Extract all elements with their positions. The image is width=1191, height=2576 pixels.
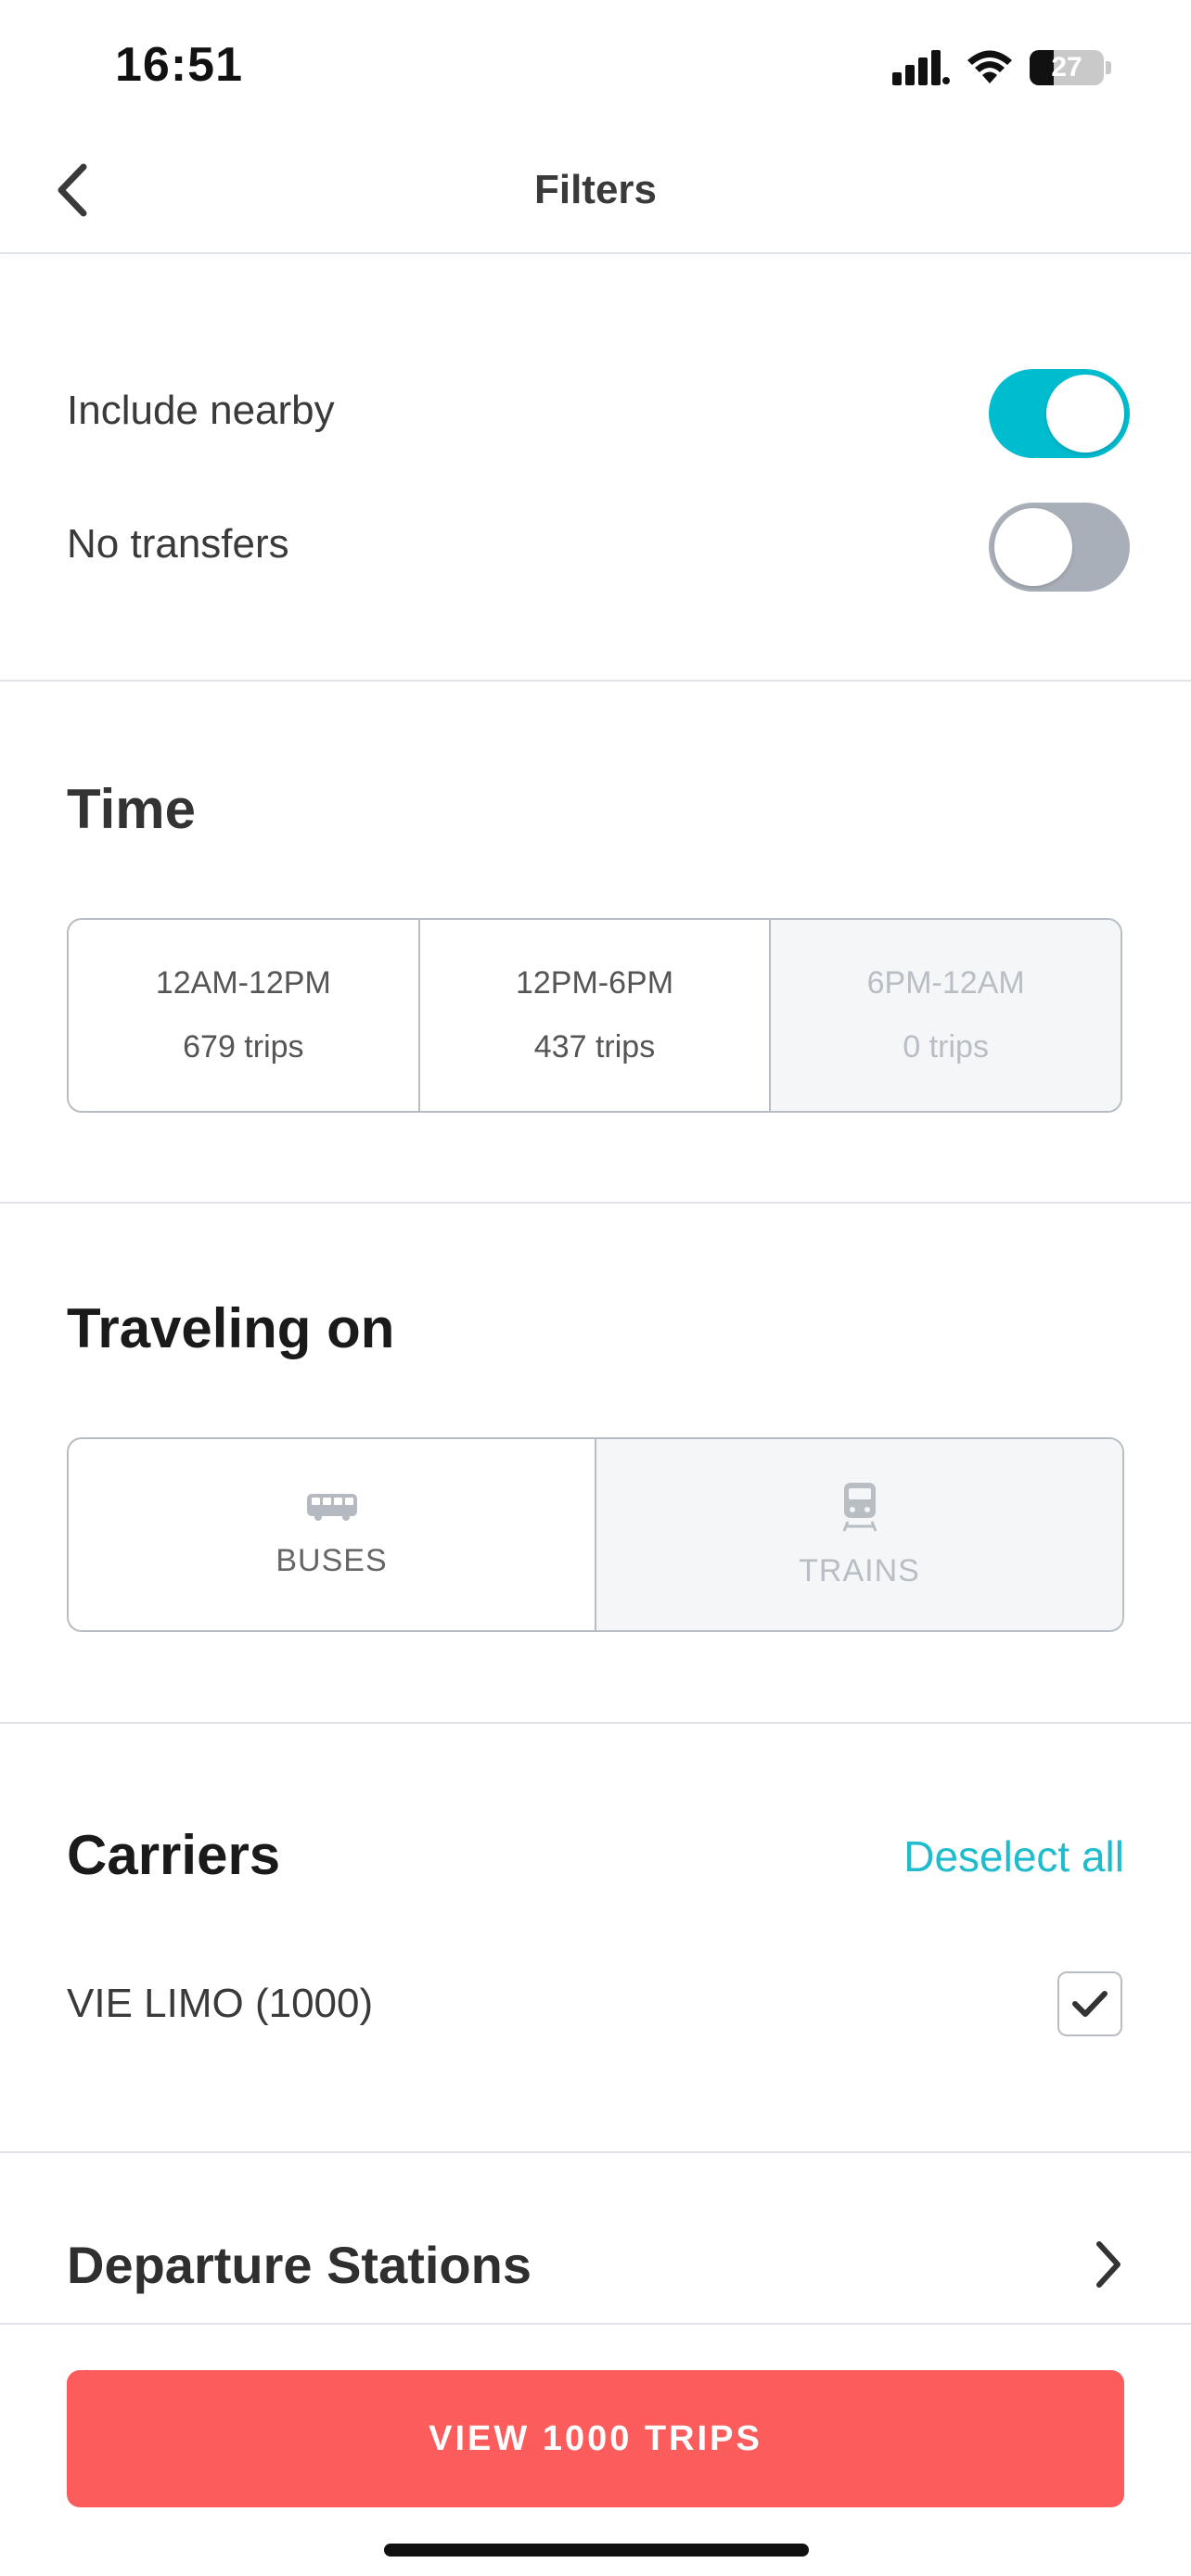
section-divider [0,2151,1191,2153]
time-option-morning[interactable]: 12AM-12PM 679 trips [69,920,420,1111]
trip-count: 0 trips [903,1029,989,1065]
no-transfers-label: No transfers [67,521,289,567]
mode-option-buses[interactable]: BUSES [69,1439,596,1630]
wifi-icon [967,50,1012,83]
time-section-title: Time [67,778,196,840]
toggle-knob [1046,375,1124,453]
carriers-title: Carriers [67,1824,281,1886]
battery-level: 27 [1051,52,1082,83]
travel-mode-group: BUSES TRAINS [67,1437,1124,1632]
section-divider [0,680,1191,682]
no-transfers-toggle[interactable] [989,503,1130,592]
train-icon [842,1482,877,1532]
include-nearby-toggle[interactable] [989,369,1130,458]
time-option-evening: 6PM-12AM 0 trips [771,920,1121,1111]
header-divider [0,252,1191,254]
time-option-afternoon[interactable]: 12PM-6PM 437 trips [420,920,772,1111]
mode-label: BUSES [275,1542,388,1578]
time-range-label: 12AM-12PM [155,965,331,1001]
checkmark-icon [1072,1991,1108,2017]
status-time: 16:51 [115,38,243,92]
carrier-checkbox[interactable] [1057,1971,1122,2036]
status-icons: 27 [892,45,1111,91]
section-divider [0,1722,1191,1724]
footer-divider [0,2323,1191,2325]
section-divider [0,1202,1191,1204]
carrier-item-label: VIE LIMO (1000) [67,1981,374,2026]
trip-count: 437 trips [533,1029,656,1065]
time-range-label: 6PM-12AM [866,965,1025,1001]
mode-option-trains: TRAINS [596,1439,1122,1630]
cellular-signal-icon [892,50,950,85]
home-indicator [384,2544,809,2557]
trip-count: 679 trips [183,1029,304,1065]
departure-stations-row[interactable]: Departure Stations [67,2235,531,2295]
battery-icon: 27 [1030,50,1111,85]
chevron-right-icon[interactable] [1085,2237,1132,2292]
view-trips-button[interactable]: VIEW 1000 TRIPS [67,2370,1124,2507]
deselect-all-link[interactable]: Deselect all [903,1831,1124,1881]
time-range-label: 12PM-6PM [515,965,674,1001]
toggle-knob [994,508,1072,586]
time-filter-group: 12AM-12PM 679 trips 12PM-6PM 437 trips 6… [67,918,1122,1113]
page-title: Filters [533,167,658,212]
mode-label: TRAINS [799,1552,920,1588]
include-nearby-label: Include nearby [67,388,335,433]
bus-icon [306,1493,357,1521]
traveling-on-title: Traveling on [67,1297,395,1359]
